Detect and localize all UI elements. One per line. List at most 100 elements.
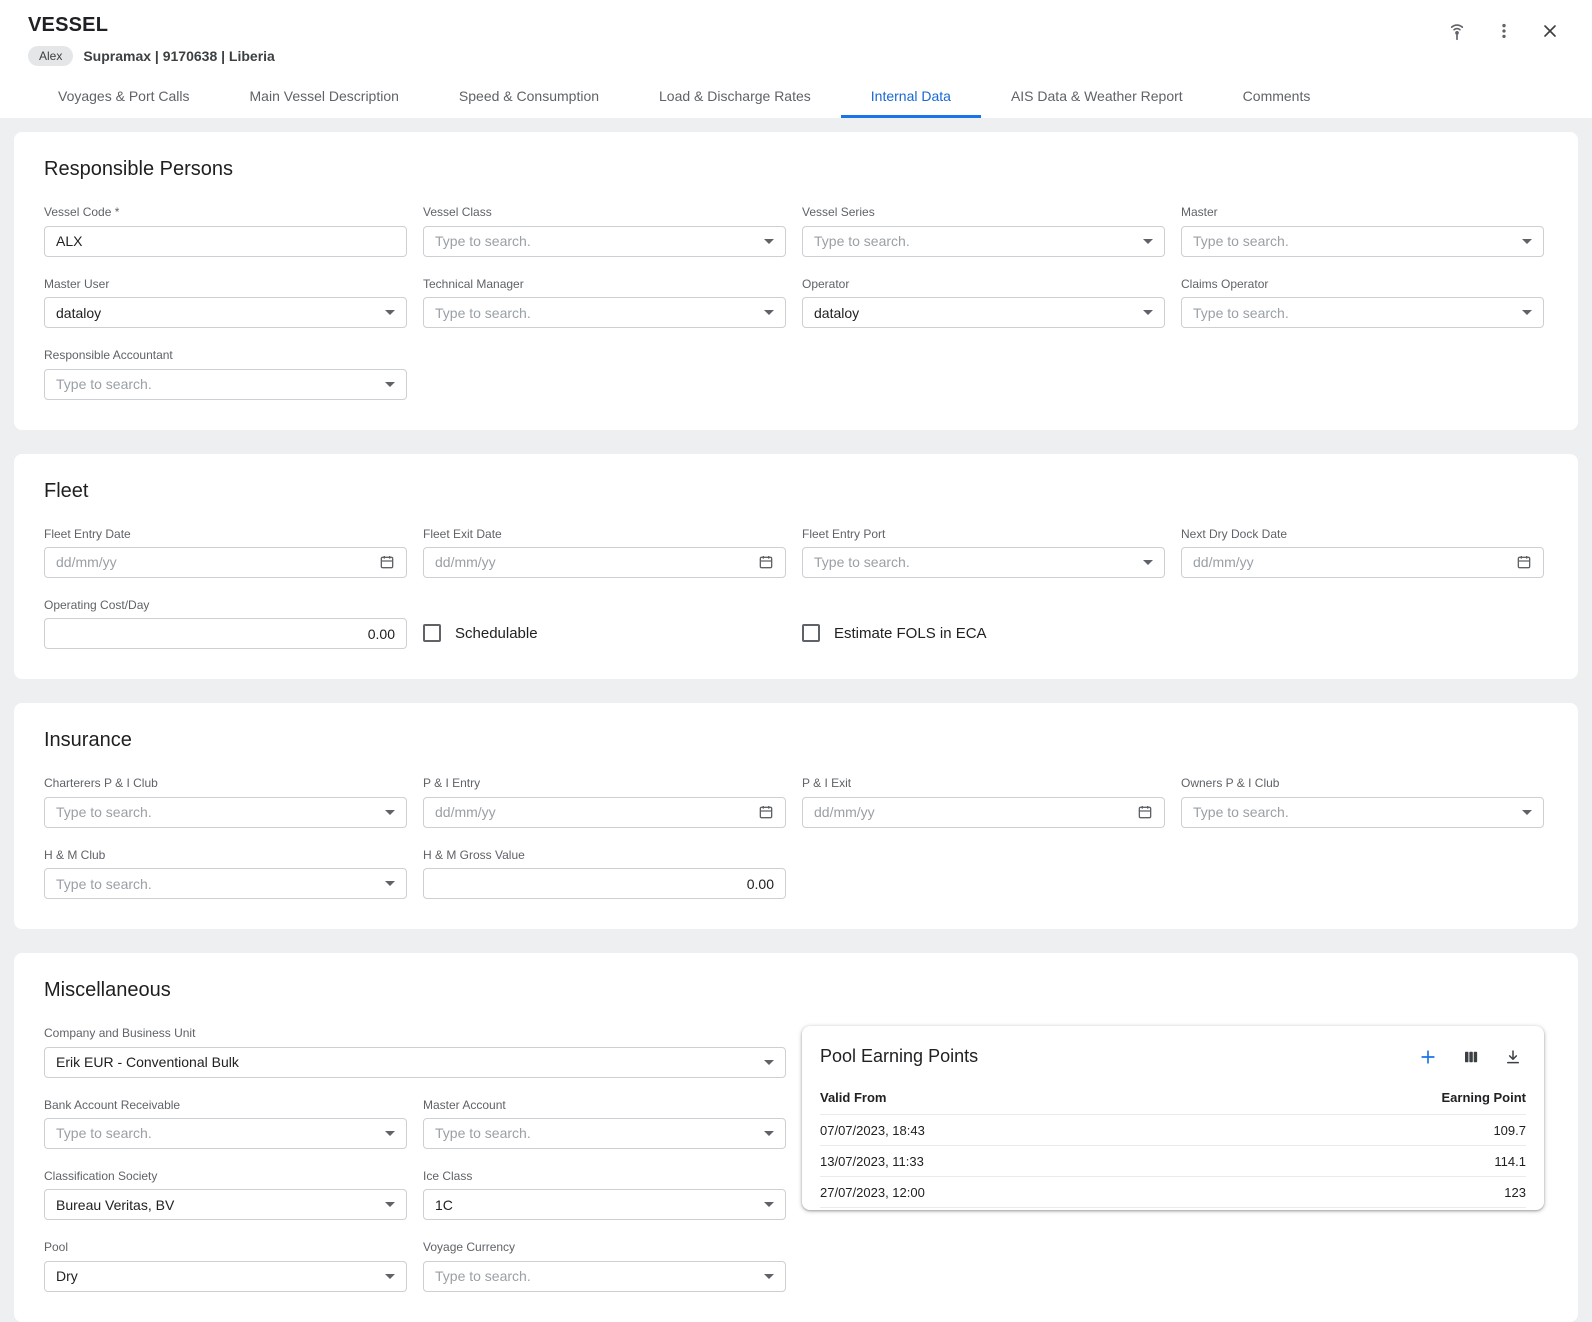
field-label: H & M Club xyxy=(44,848,407,862)
master-select[interactable]: Type to search. xyxy=(1181,226,1544,257)
responsible-accountant-select[interactable]: Type to search. xyxy=(44,369,407,400)
section-title: Miscellaneous xyxy=(44,979,1544,1002)
field-label: Operator xyxy=(802,277,1165,291)
chevron-down-icon xyxy=(764,239,774,244)
select-value: Type to search. xyxy=(1193,233,1514,249)
technical-manager-select[interactable]: Type to search. xyxy=(423,297,786,328)
tab-speed-consumption[interactable]: Speed & Consumption xyxy=(429,76,629,118)
field-operating-cost-day: Operating Cost/Day xyxy=(44,598,407,649)
field-label: Charterers P & I Club xyxy=(44,776,407,790)
chevron-down-icon xyxy=(1522,810,1532,815)
fleet-entry-port-select[interactable]: Type to search. xyxy=(802,547,1165,578)
bank-account-receivable-select[interactable]: Type to search. xyxy=(44,1118,407,1149)
calendar-icon[interactable] xyxy=(1516,554,1532,570)
table-row[interactable]: 13/07/2023, 11:33 114.1 xyxy=(820,1146,1526,1177)
vessel-series-select[interactable]: Type to search. xyxy=(802,226,1165,257)
chevron-down-icon xyxy=(385,310,395,315)
select-value: dataloy xyxy=(56,305,377,321)
chevron-down-icon xyxy=(385,1274,395,1279)
vessel-class-select[interactable]: Type to search. xyxy=(423,226,786,257)
field-fleet-entry-port: Fleet Entry Port Type to search. xyxy=(802,527,1165,578)
close-icon[interactable] xyxy=(1540,21,1560,41)
header-title-block: VESSEL Alex Supramax | 9170638 | Liberia xyxy=(28,14,275,66)
more-options-icon[interactable] xyxy=(1494,21,1514,41)
estimate-fols-checkbox[interactable] xyxy=(802,624,820,642)
tab-ais-data-weather-report[interactable]: AIS Data & Weather Report xyxy=(981,76,1213,118)
earning-point-cell: 109.7 xyxy=(1493,1123,1526,1138)
ice-class-select[interactable]: 1C xyxy=(423,1189,786,1220)
column-header-earning-point[interactable]: Earning Point xyxy=(1442,1090,1527,1105)
chevron-down-icon xyxy=(764,1274,774,1279)
select-value: Type to search. xyxy=(814,233,1135,249)
schedulable-checkbox[interactable] xyxy=(423,624,441,642)
select-value: Type to search. xyxy=(56,804,377,820)
field-master: Master Type to search. xyxy=(1181,205,1544,256)
owners-pi-club-select[interactable]: Type to search. xyxy=(1181,797,1544,828)
field-label: Operating Cost/Day xyxy=(44,598,407,612)
hm-club-select[interactable]: Type to search. xyxy=(44,868,407,899)
operator-select[interactable]: dataloy xyxy=(802,297,1165,328)
charterers-pi-club-select[interactable]: Type to search. xyxy=(44,797,407,828)
date-text[interactable] xyxy=(435,804,750,820)
claims-operator-select[interactable]: Type to search. xyxy=(1181,297,1544,328)
column-header-valid-from[interactable]: Valid From xyxy=(820,1090,886,1105)
field-operator: Operator dataloy xyxy=(802,277,1165,328)
calendar-icon[interactable] xyxy=(758,804,774,820)
calendar-icon[interactable] xyxy=(758,554,774,570)
field-pool: Pool Dry xyxy=(44,1240,407,1291)
fleet-entry-date-input[interactable] xyxy=(44,547,407,578)
chevron-down-icon xyxy=(1522,310,1532,315)
date-text[interactable] xyxy=(435,554,750,570)
select-value: Type to search. xyxy=(435,1268,756,1284)
download-icon[interactable] xyxy=(1504,1048,1522,1066)
fleet-exit-date-input[interactable] xyxy=(423,547,786,578)
tab-bar: Voyages & Port Calls Main Vessel Descrip… xyxy=(28,76,1564,118)
select-value: dataloy xyxy=(814,305,1135,321)
date-text[interactable] xyxy=(56,554,371,570)
next-dry-dock-date-input[interactable] xyxy=(1181,547,1544,578)
operating-cost-day-input[interactable] xyxy=(44,618,407,649)
hm-gross-value-input[interactable] xyxy=(423,868,786,899)
pi-exit-date-input[interactable] xyxy=(802,797,1165,828)
voyage-currency-select[interactable]: Type to search. xyxy=(423,1261,786,1292)
master-account-select[interactable]: Type to search. xyxy=(423,1118,786,1149)
tab-internal-data[interactable]: Internal Data xyxy=(841,76,981,118)
field-label: Company and Business Unit xyxy=(44,1026,786,1040)
tab-voyages-port-calls[interactable]: Voyages & Port Calls xyxy=(28,76,220,118)
pi-entry-date-input[interactable] xyxy=(423,797,786,828)
add-icon[interactable] xyxy=(1418,1047,1438,1067)
tab-main-vessel-description[interactable]: Main Vessel Description xyxy=(220,76,429,118)
calendar-icon[interactable] xyxy=(1137,804,1153,820)
operating-cost-text[interactable] xyxy=(56,626,395,642)
pool-select[interactable]: Dry xyxy=(44,1261,407,1292)
valid-from-cell: 27/07/2023, 12:00 xyxy=(820,1185,925,1200)
date-text[interactable] xyxy=(814,804,1129,820)
vessel-code-text[interactable] xyxy=(56,233,395,249)
vessel-code-input[interactable] xyxy=(44,226,407,257)
field-label: Pool xyxy=(44,1240,407,1254)
master-user-select[interactable]: dataloy xyxy=(44,297,407,328)
broadcast-icon[interactable] xyxy=(1446,20,1468,42)
field-label: P & I Entry xyxy=(423,776,786,790)
select-value: Type to search. xyxy=(56,376,377,392)
columns-icon[interactable] xyxy=(1462,1048,1480,1066)
table-row[interactable]: 27/07/2023, 12:00 123 xyxy=(820,1177,1526,1208)
tab-comments[interactable]: Comments xyxy=(1213,76,1341,118)
tab-load-discharge-rates[interactable]: Load & Discharge Rates xyxy=(629,76,841,118)
section-insurance: Insurance Charterers P & I Club Type to … xyxy=(14,703,1578,929)
field-technical-manager: Technical Manager Type to search. xyxy=(423,277,786,328)
field-vessel-series: Vessel Series Type to search. xyxy=(802,205,1165,256)
hm-gross-value-text[interactable] xyxy=(435,876,774,892)
classification-society-select[interactable]: Bureau Veritas, BV xyxy=(44,1189,407,1220)
calendar-icon[interactable] xyxy=(379,554,395,570)
table-row[interactable]: 07/07/2023, 18:43 109.7 xyxy=(820,1115,1526,1146)
company-business-unit-select[interactable]: Erik EUR - Conventional Bulk xyxy=(44,1047,786,1078)
estimate-fols-label: Estimate FOLS in ECA xyxy=(834,625,987,642)
select-value: Dry xyxy=(56,1268,377,1284)
date-text[interactable] xyxy=(1193,554,1508,570)
field-label: Fleet Exit Date xyxy=(423,527,786,541)
chevron-down-icon xyxy=(385,1131,395,1136)
select-value: Type to search. xyxy=(435,233,756,249)
chevron-down-icon xyxy=(385,810,395,815)
field-label: Master User xyxy=(44,277,407,291)
